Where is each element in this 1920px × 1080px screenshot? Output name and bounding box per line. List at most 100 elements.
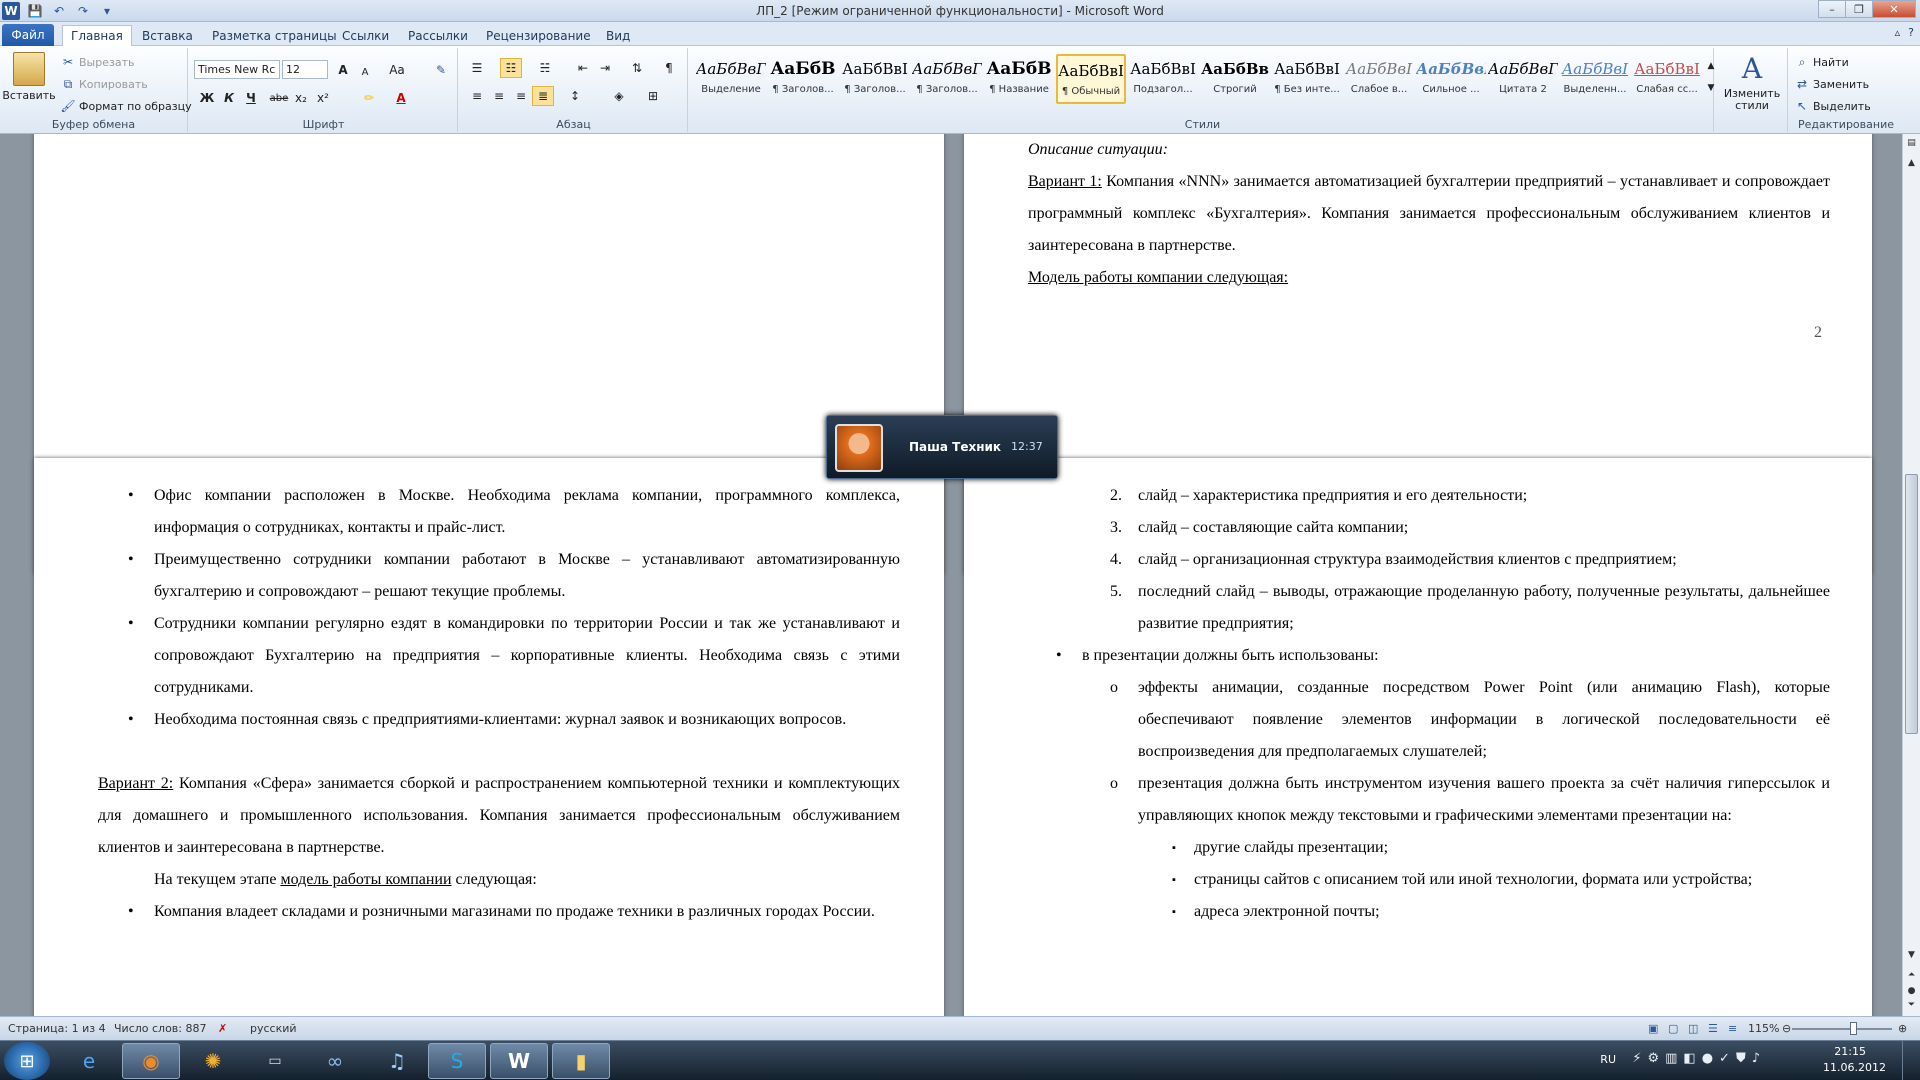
subscript-button[interactable]: x₂	[290, 88, 312, 108]
zoom-level[interactable]: 115%	[1748, 1022, 1779, 1035]
bullets-icon[interactable]: ☰	[466, 58, 488, 78]
style-item[interactable]: АаБбВвГ Цитата 2	[1488, 54, 1558, 104]
tab-references[interactable]: Ссылки	[334, 25, 397, 46]
zoom-out-icon[interactable]: ⊖	[1782, 1022, 1791, 1035]
italic-button[interactable]: К	[218, 88, 240, 108]
tab-home[interactable]: Главная	[62, 25, 132, 46]
tray-icons[interactable]: ⚡⚙▥◧●✓⛊♪	[1632, 1051, 1766, 1066]
align-right-icon[interactable]: ≡	[510, 86, 532, 106]
ruler-toggle-icon[interactable]: ▤	[1903, 138, 1920, 152]
style-item[interactable]: АаБбВвІ ¶ Заголов...	[840, 54, 910, 104]
firefox-icon[interactable]: ◉	[122, 1043, 180, 1079]
zoom-in-icon[interactable]: ⊕	[1898, 1022, 1907, 1035]
style-item[interactable]: АаБбВвІ Выделенн...	[1560, 54, 1630, 104]
cut-button[interactable]: ✂ Вырезать	[60, 54, 135, 70]
proofing-icon[interactable]: ✗	[218, 1022, 227, 1035]
mailru-agent-icon[interactable]: ✺	[184, 1043, 242, 1079]
grow-font-button[interactable]: A	[332, 60, 354, 80]
page-bottom-left[interactable]: • Офис компании расположен в Москве. Необ…	[34, 458, 944, 1016]
view-outline-icon[interactable]: ☰	[1708, 1022, 1718, 1035]
view-full-screen-icon[interactable]: ▢	[1668, 1022, 1678, 1035]
replace-button[interactable]: ⇄ Заменить	[1794, 76, 1869, 92]
view-print-layout-icon[interactable]: ▣	[1648, 1022, 1658, 1035]
word-taskbar-icon[interactable]: W	[490, 1043, 548, 1079]
font-color-button[interactable]: A	[390, 88, 412, 108]
superscript-button[interactable]: x²	[312, 88, 334, 108]
minimize-ribbon-icon[interactable]: ▵	[1895, 26, 1901, 39]
next-page-icon[interactable]: ⏷	[1903, 1000, 1920, 1014]
style-item-selected[interactable]: АаБбВвІ ¶ Обычный	[1056, 54, 1126, 104]
language-status[interactable]: русский	[250, 1022, 297, 1035]
paste-button[interactable]: Вставить	[2, 52, 56, 102]
align-center-icon[interactable]: ≡	[488, 86, 510, 106]
change-styles-button[interactable]: A Изменить стили	[1720, 52, 1784, 112]
previous-page-icon[interactable]: ⏶	[1903, 970, 1920, 984]
qip-icon[interactable]: ∞	[306, 1043, 364, 1079]
multilevel-list-icon[interactable]: ☵	[534, 58, 556, 78]
clock-date[interactable]: 11.06.2012	[1823, 1061, 1886, 1074]
increase-indent-icon[interactable]: ⇥	[594, 58, 616, 78]
folder-icon[interactable]: ▮	[552, 1043, 610, 1079]
change-case-button[interactable]: Аа	[386, 60, 408, 80]
scroll-up-icon[interactable]: ▲	[1903, 158, 1920, 172]
find-button[interactable]: ⌕ Найти	[1794, 54, 1849, 70]
bold-button[interactable]: Ж	[196, 88, 218, 108]
vertical-scrollbar[interactable]: ▤ ▲ ▼ ⏶ ● ⏷	[1902, 134, 1920, 1016]
style-item[interactable]: АаБбВвГ ¶ Заголов...	[912, 54, 982, 104]
view-web-layout-icon[interactable]: ◫	[1688, 1022, 1698, 1035]
view-draft-icon[interactable]: ≡	[1728, 1022, 1737, 1035]
help-icon[interactable]: ?	[1908, 26, 1914, 39]
format-painter-button[interactable]: 🖌 Формат по образцу	[60, 98, 191, 114]
style-item[interactable]: АаБбВвІ Подзагол...	[1128, 54, 1198, 104]
maximize-button[interactable]: ❐	[1845, 0, 1873, 18]
scroll-down-icon[interactable]: ▼	[1903, 950, 1920, 964]
style-item[interactable]: АаБбВвІ Слабая сс...	[1632, 54, 1702, 104]
browse-object-icon[interactable]: ●	[1903, 986, 1920, 1000]
decrease-indent-icon[interactable]: ⇤	[572, 58, 594, 78]
style-item[interactable]: АаБбВвІ Сильное ...	[1416, 54, 1486, 104]
pilcrow-icon[interactable]: ¶	[658, 58, 680, 78]
style-item[interactable]: АаБбВ ¶ Заголов...	[768, 54, 838, 104]
minimize-button[interactable]: –	[1818, 0, 1846, 18]
tab-insert[interactable]: Вставка	[134, 25, 201, 46]
styles-scroll-down-icon[interactable]: ▼	[1706, 78, 1716, 98]
borders-icon[interactable]: ⊞	[642, 86, 664, 106]
zoom-slider-knob[interactable]	[1850, 1022, 1857, 1035]
tab-mailings[interactable]: Рассылки	[400, 25, 476, 46]
select-button[interactable]: ↖ Выделить	[1794, 98, 1871, 114]
sort-icon[interactable]: ⇅	[626, 58, 648, 78]
font-size-combo[interactable]: 12	[282, 60, 328, 79]
shading-icon[interactable]: ◈	[608, 86, 630, 106]
font-family-combo[interactable]: Times New Rc	[194, 60, 280, 79]
tab-page-layout[interactable]: Разметка страницы	[204, 25, 345, 46]
copy-button[interactable]: ⧉ Копировать	[60, 76, 148, 92]
shrink-font-button[interactable]: A	[354, 62, 376, 82]
highlight-icon[interactable]: ✏	[358, 88, 380, 108]
align-left-icon[interactable]: ≡	[466, 86, 488, 106]
clear-format-icon[interactable]: ✎	[430, 60, 452, 80]
style-item[interactable]: АаБбВвІ ¶ Без инте...	[1272, 54, 1342, 104]
page-count-status[interactable]: Страница: 1 из 4	[8, 1022, 106, 1035]
tab-view[interactable]: Вид	[598, 25, 638, 46]
input-language[interactable]: RU	[1600, 1053, 1616, 1066]
tab-review[interactable]: Рецензирование	[478, 25, 599, 46]
command-prompt-icon[interactable]: ▭	[246, 1043, 304, 1079]
itunes-icon[interactable]: ♫	[368, 1043, 426, 1079]
style-item[interactable]: АаБбВвГ Выделение	[696, 54, 766, 104]
internet-explorer-icon[interactable]: e	[60, 1043, 118, 1079]
justify-icon[interactable]: ≣	[532, 86, 554, 106]
tab-file[interactable]: Файл	[2, 24, 54, 46]
styles-scroll-up-icon[interactable]: ▲	[1706, 56, 1716, 76]
close-button[interactable]: ✕	[1872, 0, 1916, 18]
document-workspace[interactable]: Описание ситуации: Вариант 1: Компания «…	[0, 134, 1920, 1016]
chat-notification-popup[interactable]: Паша Техник 12:37	[826, 415, 1058, 479]
zoom-slider-track[interactable]	[1792, 1028, 1892, 1030]
skype-icon[interactable]: S	[428, 1043, 486, 1079]
style-item[interactable]: АаБбВв Строгий	[1200, 54, 1270, 104]
numbering-icon[interactable]: ☷	[500, 58, 522, 78]
strikethrough-button[interactable]: abe	[268, 88, 290, 108]
scrollbar-thumb[interactable]	[1905, 474, 1918, 734]
line-spacing-icon[interactable]: ↕	[564, 86, 586, 106]
style-item[interactable]: АаБбВ ¶ Название	[984, 54, 1054, 104]
word-count-status[interactable]: Число слов: 887	[114, 1022, 207, 1035]
